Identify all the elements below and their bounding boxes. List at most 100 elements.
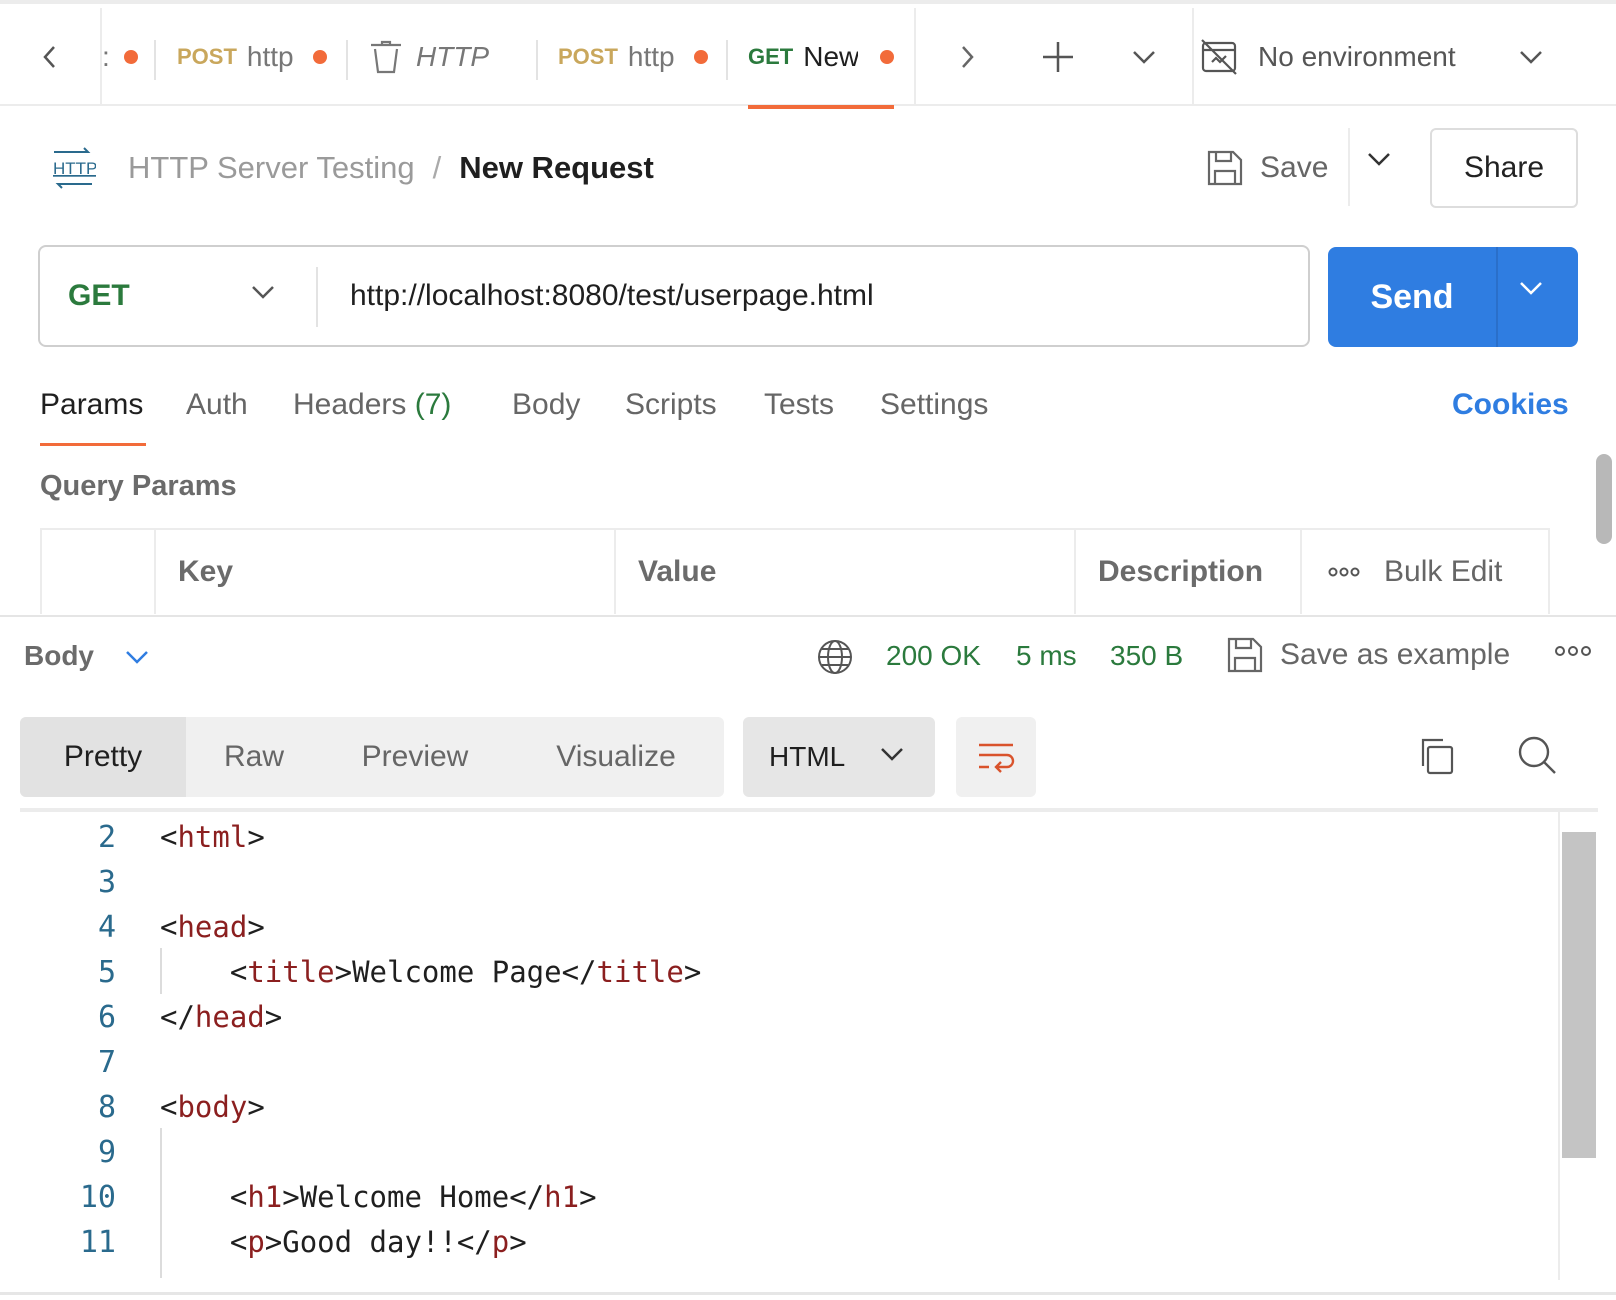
chevron-down-icon [1520,51,1542,64]
chevron-right-icon [962,46,974,68]
tab-title: http [246,41,294,72]
chevron-down-icon [881,748,903,761]
save-options-dropdown[interactable] [1366,150,1392,173]
method-selector[interactable]: GET [68,247,130,345]
code-line: <title>Welcome Page</title> [160,955,702,989]
wrap-lines-button[interactable] [956,717,1036,797]
code-line: </head> [160,1000,283,1034]
method-dropdown[interactable] [250,283,276,306]
response-time[interactable]: 5 ms [1016,640,1077,672]
bulk-edit-button[interactable]: Bulk Edit [1384,555,1502,589]
no-environment-icon [1201,39,1237,75]
scroll-tabs-right-button[interactable] [916,8,1018,106]
network-info-button[interactable] [816,638,854,681]
send-button[interactable]: Send [1328,247,1496,347]
line-number: 2 [97,820,116,855]
tab-settings[interactable]: Settings [880,388,988,422]
headers-count: (7) [414,388,452,421]
line-number: 9 [97,1135,116,1170]
language-selector[interactable]: HTML [743,717,935,797]
unsaved-dot [313,50,327,64]
copy-button[interactable] [1418,736,1456,781]
line-number: 11 [79,1225,116,1260]
column-key: Key [154,530,614,614]
format-raw[interactable]: Raw [186,717,322,797]
save-label: Save [1260,151,1329,184]
wrap-icon [979,743,1015,773]
response-more-button[interactable] [1554,644,1592,662]
language-label: HTML [769,741,846,772]
save-as-example-button[interactable]: Save as example [1226,636,1510,674]
send-options-dropdown[interactable] [1518,279,1544,302]
chevron-down-icon [252,286,274,299]
new-tab-button[interactable] [1018,8,1098,106]
tab-title: http [627,41,675,72]
request-tab-2[interactable]: POST http [177,8,327,106]
svg-text:HTTP: HTTP [53,159,96,178]
line-number: 8 [97,1090,116,1125]
format-preview[interactable]: Preview [322,717,508,797]
response-divider[interactable] [0,615,1616,617]
tab-scripts[interactable]: Scripts [625,388,717,422]
environment-selector[interactable]: No environment [1200,8,1544,106]
active-tab-indicator [748,105,894,109]
tab-tests[interactable]: Tests [764,388,834,422]
request-tab-1[interactable]: : [102,8,152,106]
response-size[interactable]: 350 B [1110,640,1183,672]
active-request-tab-indicator [40,443,146,446]
tab-auth[interactable]: Auth [186,388,248,422]
line-number: 10 [79,1180,116,1215]
request-name[interactable]: New Request [459,150,654,186]
chevron-down-icon [1368,153,1390,166]
breadcrumb-separator: / [432,150,442,185]
share-button[interactable]: Share [1430,128,1578,208]
response-format-tabs: Pretty Raw Preview Visualize [20,717,724,797]
scroll-tabs-left-button[interactable] [0,8,100,106]
tab-method: GET [748,44,794,69]
search-button[interactable] [1516,734,1558,781]
code-line: <p>Good day!!</p> [160,1225,527,1259]
copy-icon [1421,738,1454,775]
collection-name[interactable]: HTTP Server Testing [128,150,415,186]
tab-params[interactable]: Params [40,388,143,422]
trash-icon [371,40,401,74]
response-body-label[interactable]: Body [24,640,94,672]
column-description: Description [1074,530,1300,614]
code-line: <head> [160,910,265,944]
response-view-dropdown[interactable] [124,648,150,671]
tab-list-dropdown[interactable] [1098,8,1190,106]
response-code-viewer[interactable]: 2 <html> 3 4 <head> 5 <title>Welcome Pag… [20,812,1598,1280]
code-line: <h1>Welcome Home</h1> [160,1180,597,1214]
url-input[interactable]: http://localhost:8080/test/userpage.html [350,247,874,345]
breadcrumb: HTTP HTTP Server Testing / New Request [50,140,654,196]
request-tab-3[interactable]: HTTP [368,8,528,106]
code-scrollbar[interactable] [1562,832,1596,1158]
unsaved-dot [694,50,708,64]
bulk-edit-area: Bulk Edit [1300,530,1502,614]
tab-method: POST [558,44,618,69]
format-visualize[interactable]: Visualize [508,717,724,797]
indent-guide [160,1128,162,1278]
save-button[interactable]: Save [1206,140,1328,196]
request-tab-4[interactable]: POST http [558,8,708,106]
request-panel-scrollbar[interactable] [1596,454,1612,544]
code-line: <body> [160,1090,265,1124]
chevron-down-icon [1520,282,1542,295]
status-code[interactable]: 200 OK [886,640,981,672]
tab-body[interactable]: Body [512,388,580,422]
unsaved-dot [123,50,138,64]
environment-label: No environment [1258,41,1456,72]
globe-icon [818,640,852,674]
save-icon [1207,150,1243,186]
unsaved-dot [880,50,894,64]
query-params-title: Query Params [40,470,237,502]
tab-headers[interactable]: Headers (7) [293,388,451,422]
query-params-table: Key Value Description Bulk Edit [40,528,1550,614]
line-number: 4 [97,910,116,945]
tab-title: HTTP [416,41,490,72]
cookies-link[interactable]: Cookies [1452,388,1569,422]
more-icon[interactable] [1328,567,1360,577]
request-tab-active[interactable]: GET New [748,8,894,106]
indent-guide [160,948,162,994]
format-pretty[interactable]: Pretty [20,717,186,797]
